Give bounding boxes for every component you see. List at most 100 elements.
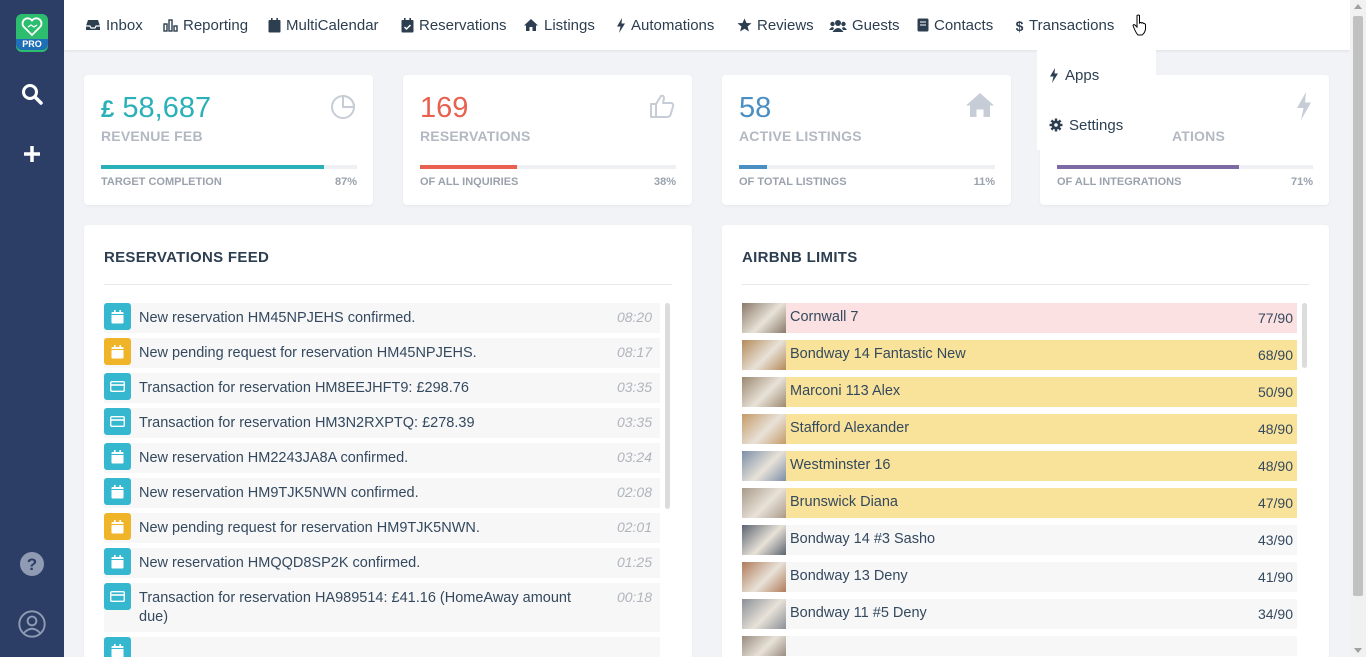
feed-item-time: 03:35 [616, 414, 652, 430]
limit-row[interactable]: Bondway 11 #5 Deny 34/90 [742, 599, 1297, 629]
nav-reviews[interactable]: Reviews [737, 0, 814, 50]
nav-contacts[interactable]: Contacts [917, 0, 993, 50]
user-icon[interactable] [18, 610, 46, 638]
hand-cursor-icon [1132, 14, 1146, 36]
feed-item[interactable]: New pending request for reservation HM9T… [104, 513, 660, 543]
calendar-icon [104, 548, 131, 575]
stat-percent: 11% [973, 176, 995, 188]
feed-item[interactable]: New reservation HMQQD8SP2K confirmed. 01:… [104, 548, 660, 578]
limit-count: 48/90 [1257, 421, 1293, 437]
feed-item-text: Transaction for reservation HM8EEJHFT9: … [139, 380, 469, 396]
panel-title: AIRBNB LIMITS [742, 249, 858, 266]
feed-item[interactable]: New pending request for reservation HM45… [104, 338, 660, 368]
inbox-icon [86, 20, 100, 30]
progress-bar [1057, 165, 1313, 169]
scroll-up-icon[interactable] [1354, 4, 1362, 9]
listing-thumbnail [742, 414, 786, 444]
feed-item-text: New reservation HMQQD8SP2K confirmed. [139, 555, 421, 571]
feed-item[interactable]: New reservation HM9TJK5NWN confirmed. 02:… [104, 478, 660, 508]
credit-card-icon [104, 373, 131, 400]
top-navigation: Inbox Reporting MultiCalendar Reservatio… [64, 0, 1350, 50]
dropdown-item-settings[interactable]: Settings [1049, 115, 1123, 135]
feed-item[interactable]: New reservation HM2243JA8A confirmed. 03:… [104, 443, 660, 473]
limit-row[interactable] [742, 636, 1297, 656]
feed-item-time: 02:01 [616, 519, 652, 535]
listing-name: Bondway 11 #5 Deny [790, 605, 927, 621]
stat-footer: OF ALL INQUIRIES [420, 176, 519, 188]
limits-scrollbar-thumb[interactable] [1302, 303, 1307, 368]
stat-card-revenue: £ 58,687 REVENUE FEB TARGET COMPLETION 8… [84, 75, 373, 205]
listing-thumbnail [742, 451, 786, 481]
feed-item-time: 08:20 [616, 309, 652, 325]
home-icon [524, 19, 538, 31]
feed-item-time: 08:17 [616, 344, 652, 360]
nav-inbox[interactable]: Inbox [85, 0, 143, 50]
nav-listings[interactable]: Listings [523, 0, 595, 50]
limit-row[interactable]: Westminster 16 48/90 [742, 451, 1297, 481]
calendar-icon [268, 17, 281, 32]
page-scrollbar[interactable] [1350, 0, 1366, 657]
calendar-check-icon [401, 17, 414, 32]
stat-footer: TARGET COMPLETION [101, 176, 222, 188]
feed-item-text: New pending request for reservation HM9T… [139, 520, 480, 536]
feed-item-text: New reservation HM2243JA8A confirmed. [139, 450, 409, 466]
listing-name: Westminster 16 [790, 457, 891, 473]
listing-thumbnail [742, 377, 786, 407]
help-icon[interactable]: ? [18, 550, 46, 578]
nav-transactions[interactable]: $ Transactions [1015, 0, 1115, 50]
feed-scrollbar-thumb[interactable] [665, 303, 670, 509]
feed-item[interactable]: Transaction for reservation HM8EEJHFT9: … [104, 373, 660, 403]
reservations-feed-panel: RESERVATIONS FEED New reservation HM45NP… [84, 225, 692, 657]
scroll-down-icon[interactable] [1354, 648, 1362, 653]
nav-multicalendar[interactable]: MultiCalendar [268, 0, 379, 50]
progress-bar [101, 165, 357, 169]
address-book-icon [917, 18, 929, 32]
progress-bar [739, 165, 995, 169]
feed-item[interactable] [104, 637, 660, 657]
limits-list[interactable]: Cornwall 7 77/90 Bondway 14 Fantastic New 6… [742, 303, 1297, 657]
plus-icon[interactable] [18, 140, 46, 168]
stat-value: 169 [420, 92, 469, 124]
feed-item[interactable]: Transaction for reservation HA989514: £4… [104, 583, 660, 632]
nav-guests[interactable]: Guests [829, 0, 900, 50]
limit-row[interactable]: Stafford Alexander 48/90 [742, 414, 1297, 444]
scrollbar-thumb[interactable] [1353, 16, 1363, 596]
stat-footer: OF TOTAL LISTINGS [739, 176, 847, 188]
limit-row[interactable]: Bondway 13 Deny 41/90 [742, 562, 1297, 592]
stat-label: RESERVATIONS [420, 128, 531, 144]
nav-reporting[interactable]: Reporting [163, 0, 248, 50]
limit-row[interactable]: Cornwall 7 77/90 [742, 303, 1297, 333]
listing-name: Bondway 14 Fantastic New [790, 346, 966, 362]
stat-label: ATIONS [1171, 128, 1225, 144]
limit-row[interactable]: Brunswick Diana 47/90 [742, 488, 1297, 518]
limit-row[interactable]: Bondway 14 #3 Sasho 43/90 [742, 525, 1297, 555]
stat-footer: OF ALL INTEGRATIONS [1057, 176, 1182, 188]
bolt-icon [617, 17, 625, 33]
nav-reservations[interactable]: Reservations [401, 0, 507, 50]
feed-list[interactable]: New reservation HM45NPJEHS confirmed. 08:… [104, 303, 660, 657]
star-icon [737, 18, 752, 32]
stat-percent: 71% [1290, 176, 1313, 188]
thumbs-up-icon [650, 94, 675, 118]
feed-item[interactable]: New reservation HM45NPJEHS confirmed. 08:… [104, 303, 660, 333]
limit-count: 68/90 [1257, 347, 1293, 363]
listing-thumbnail [742, 340, 786, 370]
calendar-icon [104, 478, 131, 505]
app-logo[interactable]: PRO [16, 14, 48, 52]
stat-value: £ 58,687 [101, 92, 212, 124]
feed-item-time: 03:35 [616, 379, 652, 395]
limit-row[interactable]: Marconi 113 Alex 50/90 [742, 377, 1297, 407]
listing-thumbnail [742, 599, 786, 629]
limit-row[interactable]: Bondway 14 Fantastic New 68/90 [742, 340, 1297, 370]
listing-name: Bondway 13 Deny [790, 568, 908, 584]
nav-automations[interactable]: Automations [616, 0, 714, 50]
dropdown-item-apps[interactable]: Apps [1049, 65, 1099, 85]
feed-item-time: 02:08 [616, 484, 652, 500]
listing-name: Cornwall 7 [790, 309, 859, 325]
listing-name: Brunswick Diana [790, 494, 898, 510]
feed-item[interactable]: Transaction for reservation HM3N2RXPTQ: … [104, 408, 660, 438]
heart-logo-icon [21, 17, 43, 37]
search-icon[interactable] [18, 80, 46, 108]
stat-percent: 87% [334, 176, 357, 188]
dollar-icon: $ [1016, 18, 1024, 33]
